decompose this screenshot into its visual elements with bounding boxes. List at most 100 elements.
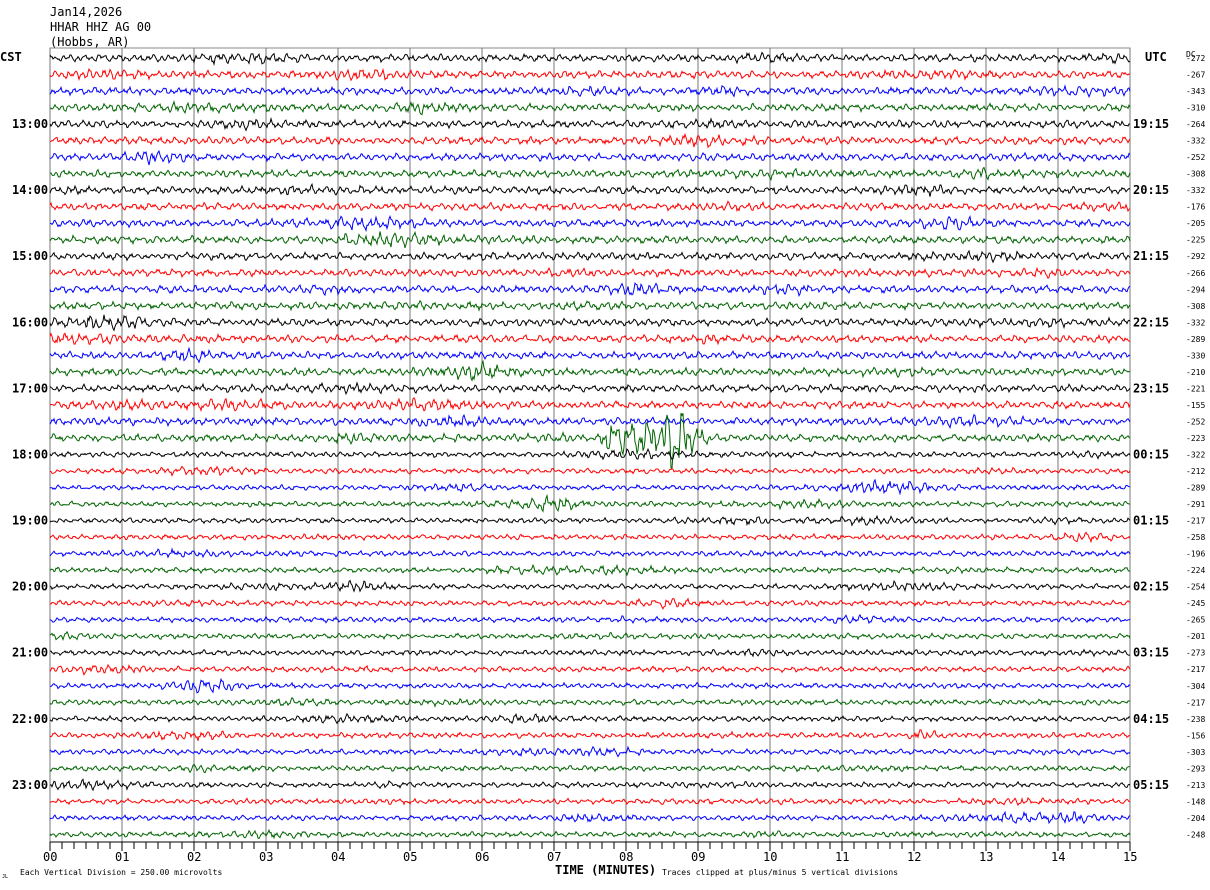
- x-tick-label: 05: [403, 850, 417, 864]
- dc-offset-label: -310: [1186, 104, 1205, 113]
- dc-offset-label: -254: [1186, 583, 1205, 592]
- dc-offset-label: -156: [1186, 731, 1205, 740]
- dc-offset-label: -303: [1186, 748, 1205, 757]
- right-time-label: 05:15: [1133, 778, 1169, 792]
- x-axis-label: TIME (MINUTES): [555, 863, 656, 877]
- trace-line: [49, 745, 1131, 758]
- station-label: HHAR HHZ AG 00: [50, 20, 151, 34]
- dc-offset-label: -148: [1186, 797, 1205, 806]
- trace-line: [49, 412, 1131, 470]
- dc-offset-label: -322: [1186, 450, 1205, 459]
- x-tick-label: 11: [835, 850, 849, 864]
- left-time-label: 13:00: [12, 117, 48, 131]
- dc-offset-label: -252: [1186, 153, 1205, 162]
- trace-line: [49, 249, 1131, 264]
- dc-offset-label: -267: [1186, 71, 1205, 80]
- dc-offset-label: -308: [1186, 170, 1205, 179]
- x-tick-label: 10: [763, 850, 777, 864]
- trace-line: [49, 182, 1131, 197]
- dc-offset-label: -273: [1186, 649, 1205, 658]
- trace-line: [49, 547, 1131, 559]
- trace-line: [49, 447, 1131, 461]
- trace-line: [49, 729, 1131, 741]
- right-time-label: 01:15: [1133, 514, 1169, 528]
- trace-line: [49, 149, 1131, 166]
- left-time-label: 22:00: [12, 712, 48, 726]
- dc-offset-label: -248: [1186, 830, 1205, 839]
- dc-offset-label: -332: [1186, 318, 1205, 327]
- dc-offset-label: -155: [1186, 401, 1205, 410]
- x-tick-label: 01: [115, 850, 129, 864]
- plot-frame: [49, 47, 1131, 843]
- right-time-label: 20:15: [1133, 183, 1169, 197]
- logo: JL: [2, 874, 8, 880]
- dc-offset-label: -245: [1186, 599, 1205, 608]
- trace-line: [49, 299, 1131, 312]
- dc-offset-label: -225: [1186, 236, 1205, 245]
- trace-line: [49, 613, 1131, 625]
- trace-line: [49, 332, 1131, 346]
- x-tick-label: 07: [547, 850, 561, 864]
- x-tick-label: 03: [259, 850, 273, 864]
- trace-line: [49, 100, 1131, 116]
- right-time-label: 19:15: [1133, 117, 1169, 131]
- location-label: (Hobbs, AR): [50, 35, 129, 49]
- dc-offset-label: -217: [1186, 698, 1205, 707]
- left-time-label: 20:00: [12, 580, 48, 594]
- dc-offset-label: -258: [1186, 533, 1205, 542]
- trace-line: [49, 712, 1131, 725]
- dc-offset-label: -212: [1186, 467, 1205, 476]
- trace-line: [49, 214, 1131, 233]
- right-time-label: 03:15: [1133, 646, 1169, 660]
- left-time-label: 23:00: [12, 778, 48, 792]
- dc-offset-label: -304: [1186, 682, 1205, 691]
- x-tick-label: 09: [691, 850, 705, 864]
- dc-offset-label: -238: [1186, 715, 1205, 724]
- trace-line: [49, 696, 1131, 708]
- trace-line: [49, 648, 1130, 658]
- trace-line: [49, 763, 1130, 774]
- dc-offset-label: -204: [1186, 814, 1205, 823]
- left-time-label: 15:00: [12, 249, 48, 263]
- dc-offset-label: -266: [1186, 269, 1205, 278]
- trace-line: [49, 810, 1131, 825]
- trace-line: [49, 51, 1131, 67]
- dc-offset-label: -308: [1186, 302, 1205, 311]
- dc-offset-label: -332: [1186, 186, 1205, 195]
- dc-offset-label: -289: [1186, 335, 1205, 344]
- dc-offset-label: -291: [1186, 500, 1205, 509]
- trace-line: [49, 116, 1130, 132]
- dc-offset-label: -196: [1186, 550, 1205, 559]
- dc-offset-label: -265: [1186, 616, 1205, 625]
- trace-line: [49, 166, 1131, 182]
- trace-line: [49, 579, 1131, 593]
- left-time-label: 14:00: [12, 183, 48, 197]
- dc-offset-label: -201: [1186, 632, 1205, 641]
- dc-offset-label: -221: [1186, 384, 1205, 393]
- x-tick-label: 02: [187, 850, 201, 864]
- trace-line: [49, 397, 1131, 413]
- date-label: Jan14,2026: [50, 5, 122, 19]
- left-time-label: 18:00: [12, 447, 48, 461]
- trace-line: [49, 465, 1131, 477]
- scale-note: Each Vertical Division = 250.00 microvol…: [20, 868, 222, 877]
- trace-line: [49, 531, 1131, 544]
- x-tick-label: 15: [1123, 850, 1137, 864]
- trace-line: [49, 282, 1131, 298]
- right-time-label: 02:15: [1133, 580, 1169, 594]
- trace-line: [49, 346, 1131, 364]
- left-time-label: 19:00: [12, 514, 48, 528]
- right-timezone: UTC: [1145, 50, 1167, 64]
- helicorder-chart: Jan14,2026 HHAR HHZ AG 00 (Hobbs, AR) CS…: [0, 5, 1205, 880]
- trace-line: [49, 230, 1131, 249]
- trace-line: [49, 630, 1131, 642]
- dc-offset-label: -293: [1186, 764, 1205, 773]
- dc-offset-label: -264: [1186, 120, 1205, 129]
- dc-offset-label: -252: [1186, 417, 1205, 426]
- trace-line: [49, 663, 1131, 676]
- right-time-label: 21:15: [1133, 249, 1169, 263]
- trace-line: [49, 314, 1131, 332]
- dc-offset-label: -330: [1186, 351, 1205, 360]
- trace-line: [49, 67, 1131, 82]
- trace-line: [49, 413, 1131, 430]
